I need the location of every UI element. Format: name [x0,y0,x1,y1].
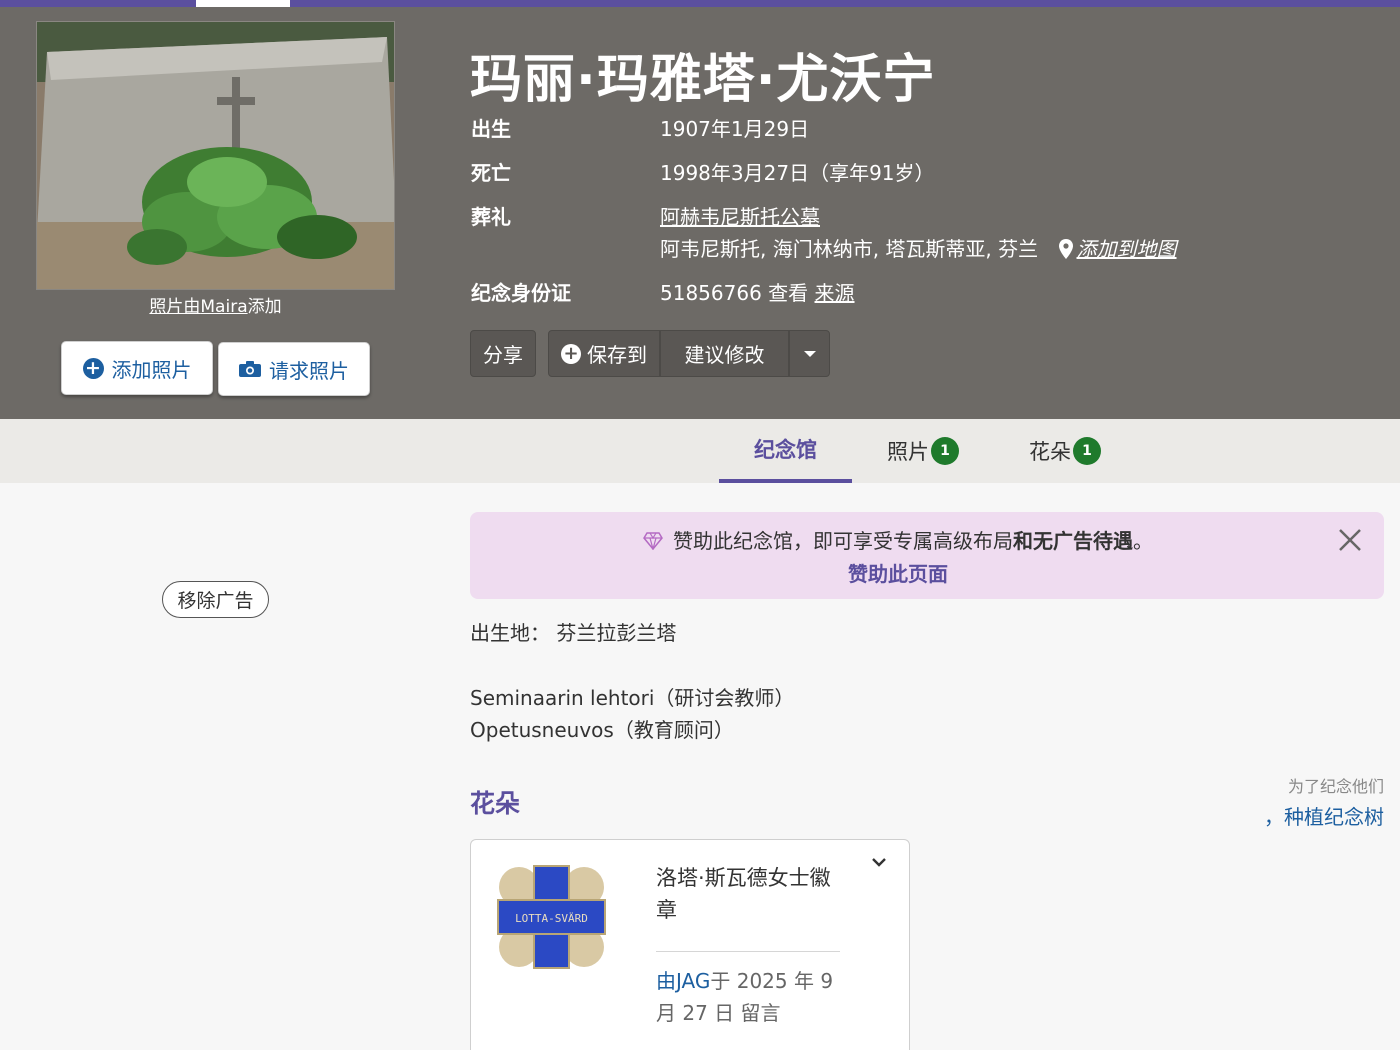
birthplace-text: 出生地： 芬兰拉彭兰塔 [470,621,677,645]
birth-label: 出生 [471,117,511,141]
more-actions-dropdown[interactable] [789,330,830,377]
save-to-button[interactable]: + 保存到 [548,330,660,377]
share-button[interactable]: 分享 [470,330,536,377]
save-to-label: 保存到 [587,343,647,367]
flower-card-title: 洛塔·斯瓦德女士徽章 [656,866,831,922]
request-photo-label: 请求照片 [269,358,349,383]
tab-flowers[interactable]: 花朵 1 [1000,419,1130,483]
birth-value: 1907年1月29日 [660,117,810,141]
remove-ads-button[interactable]: 移除广告 [162,581,269,618]
photo-credit-suffix: 添加 [247,297,282,317]
sponsor-text-bold: 和无广告待遇 [1013,529,1133,553]
burial-location: 阿韦尼斯托, 海门林纳市, 塔瓦斯蒂亚, 芬兰 添加到地图 [660,233,1177,262]
plant-tree-link[interactable]: ，种植纪念树 [1264,801,1384,830]
memorial-id-number: 51856766 查看 [660,281,809,305]
suggest-edit-button[interactable]: 建议修改 [660,330,789,377]
death-value: 1998年3月27日（享年91岁） [660,161,935,185]
photo-credit-link[interactable]: 照片由Maira [149,297,247,317]
tab-photos-label: 照片 [887,440,929,464]
flowers-count-badge: 1 [1073,437,1101,465]
tab-flowers-label: 花朵 [1029,440,1071,464]
photo-credit-prefix: 照片由 [149,297,201,317]
sponsor-text-end: 。 [1133,529,1153,553]
tab-bar: 纪念馆 照片 1 花朵 1 [0,419,1400,483]
sponsor-banner: 赞助此纪念馆，即可享受专属高级布局和无广告待遇。 赞助此页面 [470,512,1384,599]
chevron-down-icon[interactable] [871,856,887,868]
plus-circle-icon: + [82,357,104,379]
share-label: 分享 [483,343,523,367]
source-link[interactable]: 来源 [815,281,855,305]
caret-down-icon [803,350,816,357]
memorial-id-value: 51856766 查看 来源 [660,277,855,306]
diamond-icon [643,532,663,550]
sponsor-text-normal: 赞助此纪念馆，即可享受专属高级布局 [673,529,1013,553]
badge-inscription: LOTTA-SVÄRD [515,912,588,925]
flower-card[interactable]: LOTTA-SVÄRD 洛塔·斯瓦德女士徽章 由JAG于 2025 年 9 月 … [470,839,910,1050]
location-text: 阿韦尼斯托, 海门林纳市, 塔瓦斯蒂亚, 芬兰 [660,237,1039,261]
add-photo-label: 添加照片 [111,357,192,382]
gravestone-photo[interactable] [36,21,395,290]
photos-count-badge: 1 [931,437,959,465]
memorial-name: 玛丽·玛雅塔·尤沃宁 [470,50,936,110]
cemetery-link[interactable]: 阿赫韦尼斯托公墓 [660,205,820,229]
photo-credit: 照片由Maira添加 [36,292,395,317]
tab-memorial-label: 纪念馆 [754,438,817,462]
request-photo-button[interactable]: 请求照片 [218,342,370,396]
tab-photos[interactable]: 照片 1 [858,419,988,483]
add-to-map-link[interactable]: 添加到地图 [1077,237,1177,261]
sponsor-text: 赞助此纪念馆，即可享受专属高级布局和无广告待遇。 [470,525,1326,554]
memorial-id-label: 纪念身份证 [471,281,571,305]
bio-line-1: Seminaarin lehtori（研讨会教师） [470,686,795,710]
burial-label: 葬礼 [471,205,511,229]
flower-card-author-link[interactable]: 由JAG [656,969,710,993]
top-accent-bar [0,0,1400,7]
tab-memorial[interactable]: 纪念馆 [719,419,852,483]
add-photo-button[interactable]: + 添加照片 [61,341,213,395]
sponsor-page-link[interactable]: 赞助此页面 [470,558,1326,587]
plus-circle-icon: + [561,343,581,364]
memorial-tree-note: 为了纪念他们 [1287,777,1384,796]
flower-card-meta: 由JAG于 2025 年 9 月 27 日 留言 [656,965,846,1029]
lotta-svard-badge-image: LOTTA-SVÄRD [494,862,609,972]
photo-credit-user: Maira [200,297,248,317]
top-active-indicator [196,0,290,7]
flowers-section-title: 花朵 [470,789,521,818]
death-label: 死亡 [471,161,511,185]
suggest-edit-label: 建议修改 [684,343,765,367]
burial-value: 阿赫韦尼斯托公墓 [660,201,820,230]
bio-line-2: Opetusneuvos（教育顾问） [470,718,734,742]
close-icon[interactable] [1338,528,1362,552]
map-pin-icon [1058,239,1073,259]
camera-icon [239,361,261,377]
memorial-header: 照片由Maira添加 + 添加照片 请求照片 玛丽·玛雅塔·尤沃宁 出生 190… [0,7,1400,419]
flower-card-divider [656,951,840,952]
